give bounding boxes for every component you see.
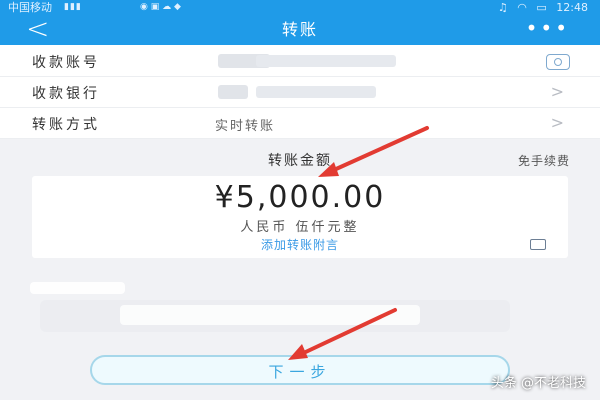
- page-title: 转账: [281, 20, 318, 39]
- status-time: 12:48: [556, 1, 588, 14]
- method-row[interactable]: 转账方式 实时转账 >: [0, 107, 600, 139]
- fee-note: 免手续费: [517, 154, 570, 168]
- next-button[interactable]: 下一步: [90, 355, 510, 385]
- watermark: 头条 @不老科技: [490, 376, 586, 391]
- bank-label: 收款银行: [32, 86, 100, 102]
- add-memo-link[interactable]: 添加转账附言: [32, 236, 568, 253]
- amount-in-words: 人民币 伍仟元整: [240, 220, 360, 235]
- wifi-icon: ◠: [517, 1, 527, 14]
- amount-label: 转账金额: [268, 153, 332, 169]
- account-row[interactable]: 收款账号: [0, 45, 600, 77]
- account-number-redacted: [256, 55, 396, 67]
- headset-icon: ♫: [497, 1, 508, 14]
- message-icon[interactable]: [530, 239, 546, 250]
- chevron-right-icon: >: [550, 82, 564, 101]
- amount-header: 转账金额 免手续费: [0, 143, 600, 173]
- signal-icon: ▮▮▮: [64, 2, 82, 12]
- chevron-right-icon: >: [550, 113, 564, 132]
- bank-logo-redacted: [218, 85, 248, 99]
- method-value: 实时转账: [215, 119, 276, 134]
- notification-icons: ◉ ▣ ☁ ◆: [140, 2, 181, 12]
- bank-row[interactable]: 收款银行 >: [0, 76, 600, 108]
- transfer-form: 收款账号 收款银行 > 转账方式 实时转账 >: [0, 45, 600, 139]
- battery-icon: ▭: [536, 1, 547, 14]
- camera-scan-icon[interactable]: [546, 54, 570, 70]
- more-icon[interactable]: •••: [526, 15, 570, 41]
- amount-input[interactable]: ¥5,000.00: [32, 180, 568, 215]
- bank-name-redacted: [256, 86, 376, 98]
- account-label: 收款账号: [32, 55, 100, 71]
- amount-card: ¥5,000.00 人民币 伍仟元整 添加转账附言: [32, 176, 568, 258]
- method-label: 转账方式: [32, 117, 100, 133]
- top-nav-bar: < 转账 •••: [0, 15, 600, 45]
- status-bar: 中国移动 ▮▮▮ ◉ ▣ ☁ ◆ ♫ ◠ ▭ 12:48: [0, 0, 600, 15]
